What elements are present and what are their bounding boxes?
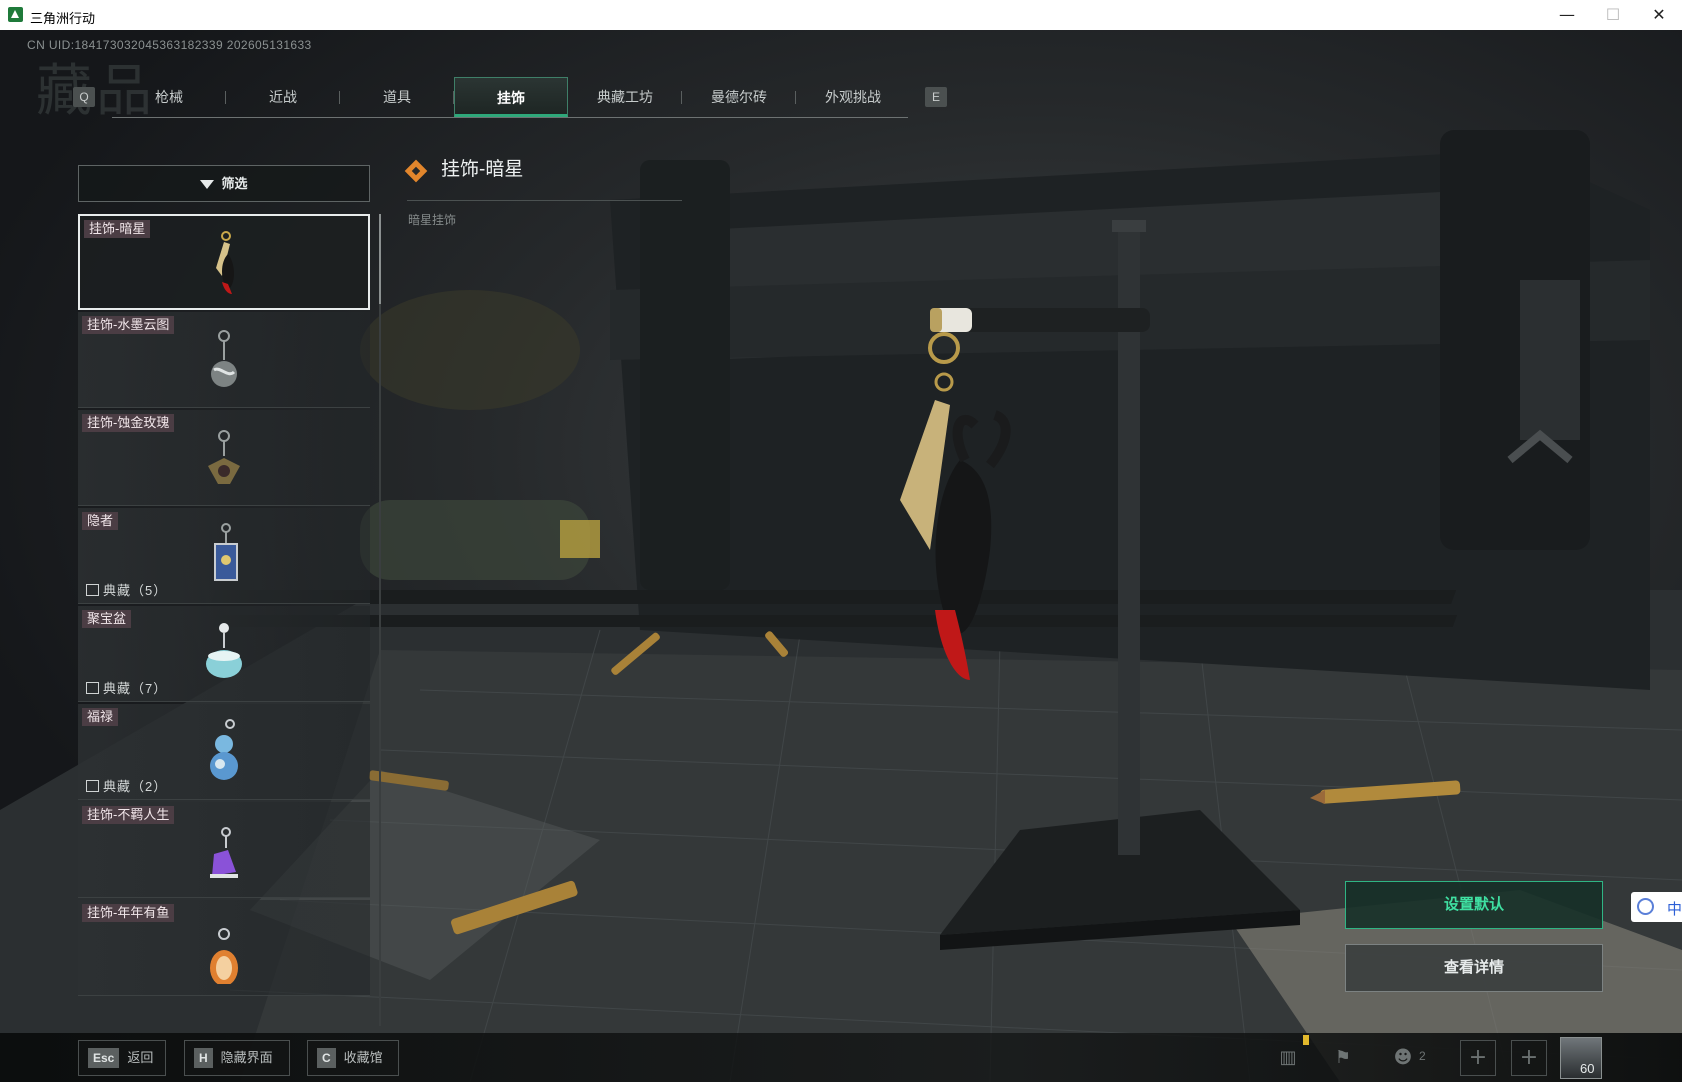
friends-icon[interactable]: ☻	[1390, 1046, 1416, 1070]
charm-list[interactable]: 挂饰-暗星 挂饰-水墨云图 挂饰-蚀金玫瑰 隐者 典藏（5） 聚宝盆 典藏（7）…	[78, 214, 370, 1026]
flag-icon[interactable]: ⚑	[1330, 1046, 1356, 1070]
notification-dot	[1303, 1035, 1309, 1045]
friends-count: 2	[1419, 1049, 1426, 1063]
item-name-tag: 挂饰-蚀金玫瑰	[82, 414, 175, 432]
window-title: 三角洲行动	[30, 11, 96, 26]
collection-count: 典藏（5）	[86, 580, 167, 599]
collection-icon	[86, 584, 99, 596]
detail-divider	[407, 200, 682, 201]
window-titlebar: 三角洲行动 — ☐ ✕	[0, 0, 1682, 31]
shoe-charm-icon	[210, 827, 238, 878]
tab-appearance-challenge[interactable]: 外观挑战	[796, 77, 910, 117]
tab-mandel-brick[interactable]: 曼德尔砖	[682, 77, 796, 117]
ime-indicator[interactable]: 中	[1631, 892, 1682, 922]
bottom-bar: Esc 返回 H 隐藏界面 C 收藏馆 ▥ ⚑ ☻ 2 + + 60	[0, 1033, 1682, 1082]
game-viewport: CN UID:184173032045363182339 20260513163…	[0, 30, 1682, 1082]
tab-melee[interactable]: 近战	[226, 77, 340, 117]
next-tab-key[interactable]: E	[925, 87, 947, 107]
list-scrollbar-thumb[interactable]	[379, 214, 381, 304]
item-name-tag: 挂饰-暗星	[84, 220, 151, 238]
list-scrollbar-track[interactable]	[379, 214, 381, 1026]
rose-charm-icon	[208, 430, 240, 484]
fish-charm-icon	[210, 928, 238, 984]
collection-count: 典藏（2）	[86, 776, 167, 795]
card-charm-icon	[214, 523, 238, 581]
filter-button[interactable]: 筛选	[78, 165, 370, 202]
player-level: 60	[1580, 1061, 1595, 1076]
back-button[interactable]: Esc 返回	[78, 1040, 166, 1076]
item-name-tag: 聚宝盆	[82, 610, 132, 628]
list-item[interactable]: 福禄 典藏（2）	[78, 704, 370, 800]
ime-logo-icon	[1637, 898, 1654, 915]
tab-guns[interactable]: 枪械	[112, 77, 226, 117]
detail-title: 挂饰-暗星	[441, 159, 524, 180]
add-teammate-slot-1[interactable]: +	[1460, 1040, 1496, 1076]
view-details-button[interactable]: 查看详情	[1345, 944, 1603, 992]
stats-icon[interactable]: ▥	[1275, 1046, 1301, 1070]
list-item[interactable]: 挂饰-年年有鱼	[78, 900, 370, 996]
collection-hall-button[interactable]: C 收藏馆	[307, 1040, 399, 1076]
gourd-charm-icon	[210, 719, 238, 780]
list-item[interactable]: 挂饰-不羁人生	[78, 802, 370, 898]
tab-items[interactable]: 道具	[340, 77, 454, 117]
set-default-button[interactable]: 设置默认	[1345, 881, 1603, 929]
list-item[interactable]: 隐者 典藏（5）	[78, 508, 370, 604]
collection-icon	[86, 780, 99, 792]
prev-tab-key[interactable]: Q	[73, 87, 95, 107]
ball-charm-icon	[211, 330, 237, 387]
item-name-tag: 挂饰-年年有鱼	[82, 904, 175, 922]
filter-icon	[200, 180, 215, 189]
ime-language-label: 中	[1667, 900, 1682, 918]
item-name-tag: 隐者	[82, 512, 119, 530]
list-item[interactable]: 聚宝盆 典藏（7）	[78, 606, 370, 702]
item-name-tag: 福禄	[82, 708, 119, 726]
list-item[interactable]: 挂饰-水墨云图	[78, 312, 370, 408]
tab-collection-workshop[interactable]: 典藏工坊	[568, 77, 682, 117]
minimize-button[interactable]: —	[1544, 0, 1590, 30]
item-name-tag: 挂饰-不羁人生	[82, 806, 175, 824]
pot-charm-icon	[206, 623, 242, 678]
hide-ui-button[interactable]: H 隐藏界面	[184, 1040, 290, 1076]
demon-charm-icon	[216, 231, 234, 294]
app-logo-icon	[8, 7, 23, 22]
category-tabs: 枪械 近战 道具 挂饰 典藏工坊 曼德尔砖 外观挑战	[112, 77, 908, 118]
maximize-button[interactable]: ☐	[1590, 0, 1636, 30]
list-item[interactable]: 挂饰-蚀金玫瑰	[78, 410, 370, 506]
tab-charms[interactable]: 挂饰	[454, 77, 568, 117]
collection-icon	[86, 682, 99, 694]
collection-count: 典藏（7）	[86, 678, 167, 697]
close-button[interactable]: ✕	[1636, 0, 1682, 30]
list-item[interactable]: 挂饰-暗星	[78, 214, 370, 310]
detail-subtitle: 暗星挂饰	[408, 213, 457, 227]
add-teammate-slot-2[interactable]: +	[1511, 1040, 1547, 1076]
item-name-tag: 挂饰-水墨云图	[82, 316, 175, 334]
